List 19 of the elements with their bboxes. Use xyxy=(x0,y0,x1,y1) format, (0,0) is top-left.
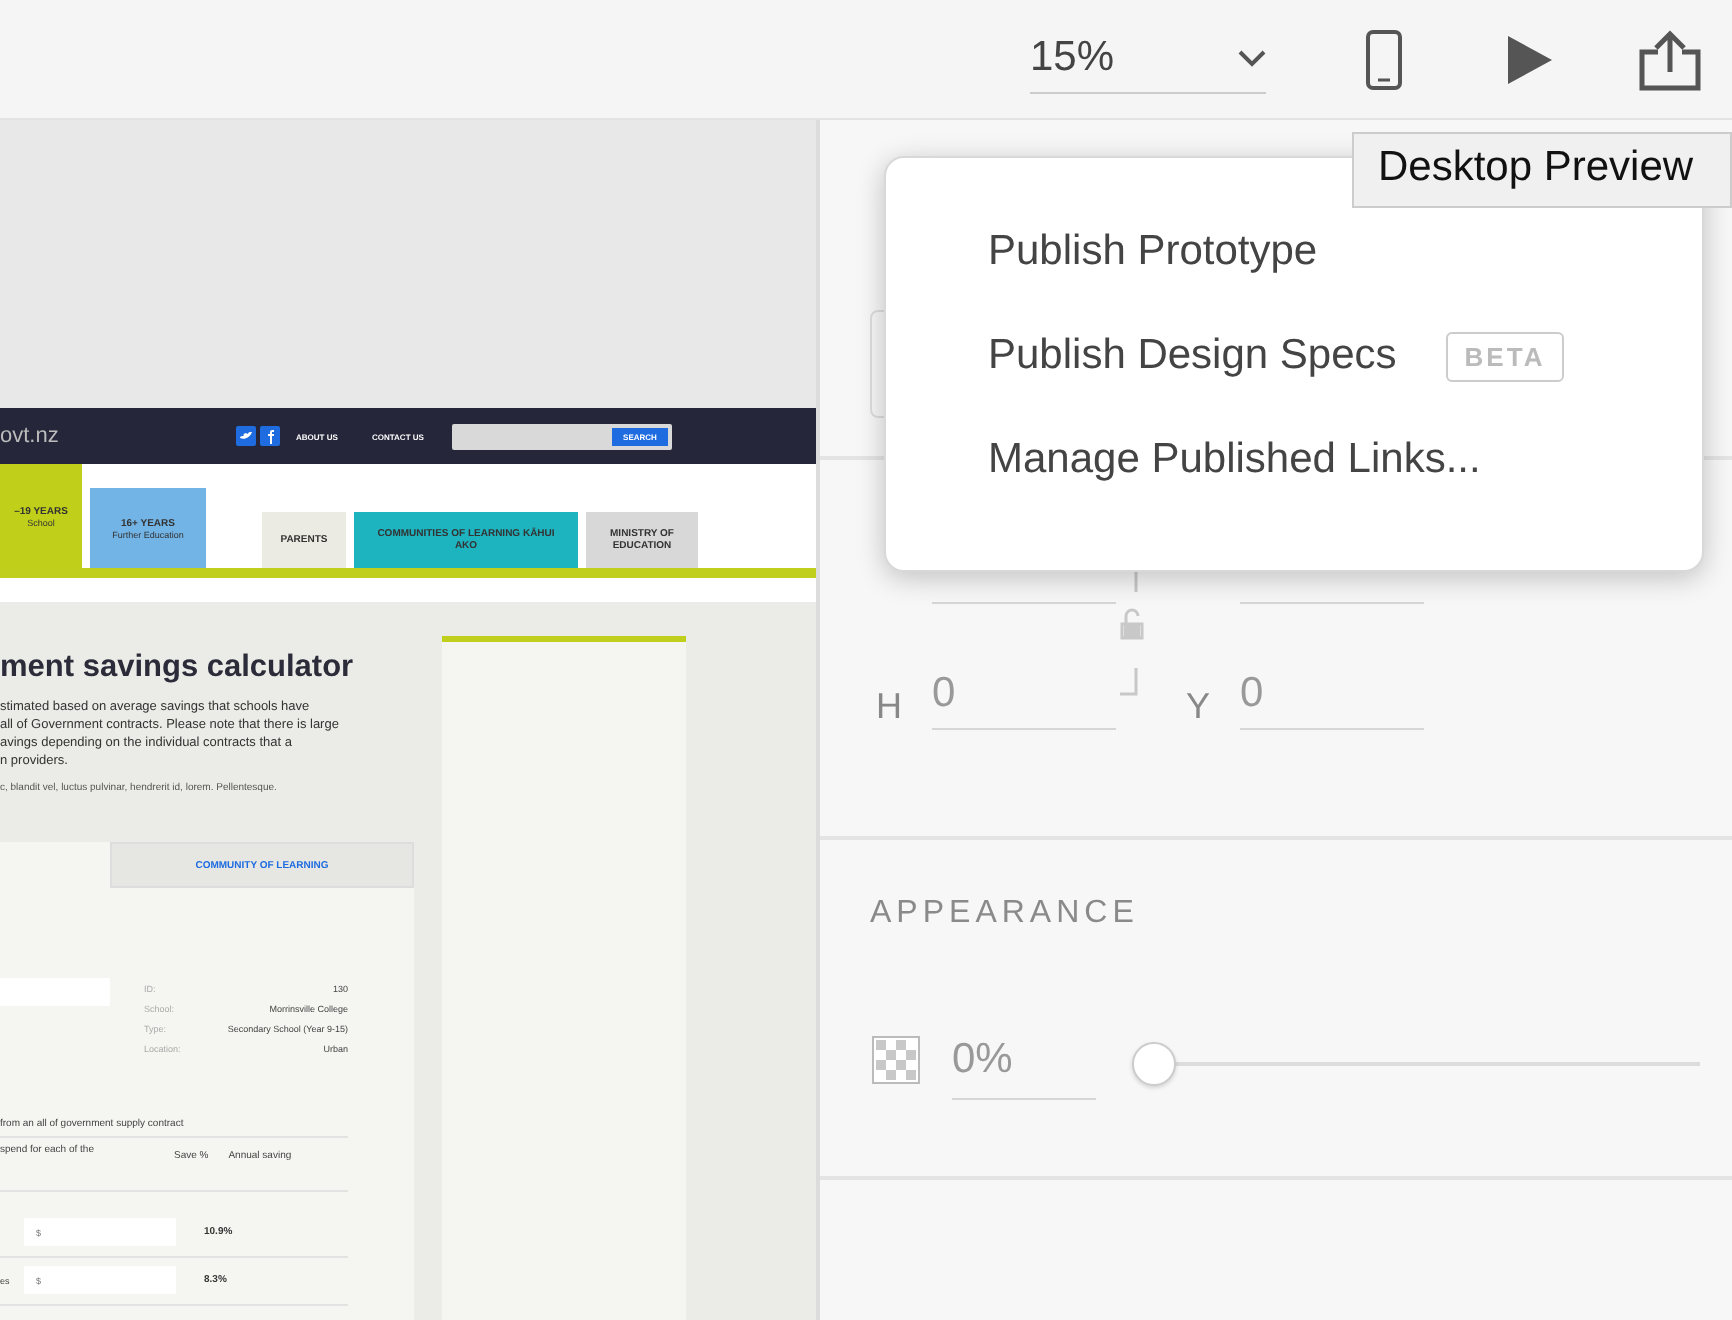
chevron-down-icon xyxy=(1238,49,1266,67)
tooltip: Desktop Preview xyxy=(1352,132,1732,208)
phone-icon[interactable] xyxy=(1366,29,1402,89)
twitter-icon[interactable] xyxy=(236,426,256,446)
site-name: ovt.nz xyxy=(0,424,61,448)
play-icon[interactable] xyxy=(1506,33,1554,85)
page-heading: ment savings calculator xyxy=(0,650,356,686)
slider-thumb[interactable] xyxy=(1132,1042,1176,1086)
zoom-dropdown[interactable]: 15% xyxy=(1030,25,1266,93)
menu-item[interactable]: Publish Design Specs xyxy=(988,332,1397,380)
section-title: APPEARANCE xyxy=(870,896,1139,932)
menu-item[interactable]: Manage Published Links... xyxy=(988,436,1481,484)
checkerboard-icon xyxy=(872,1036,920,1084)
y-label: Y xyxy=(1186,686,1211,728)
menu-item[interactable]: Publish Prototype xyxy=(988,228,1318,276)
share-icon[interactable] xyxy=(1638,27,1702,91)
facebook-icon[interactable] xyxy=(260,426,280,446)
beta-badge: BETA xyxy=(1446,331,1564,381)
height-label: H xyxy=(876,686,902,728)
